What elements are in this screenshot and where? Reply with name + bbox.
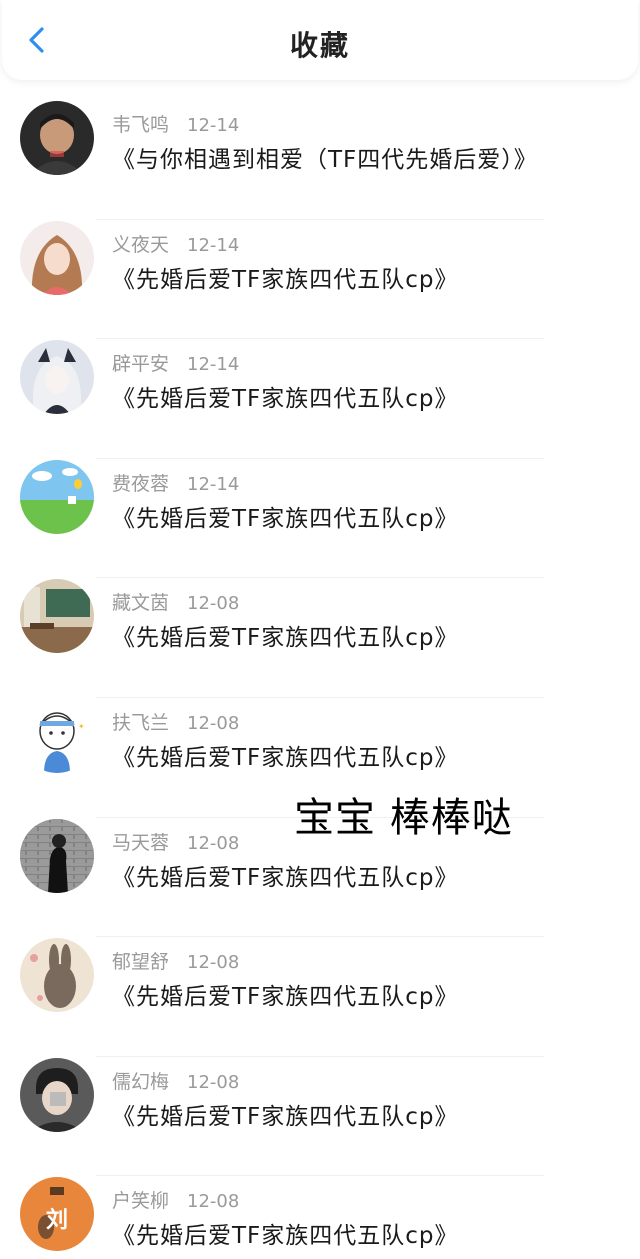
author-line: 扶飞兰 12-08 (112, 708, 239, 735)
list-item[interactable]: 儒幻梅 12-08 《先婚后爱TF家族四代五队cp》 (0, 1057, 640, 1177)
favorites-list: 韦飞鸣 12-14 《与你相遇到相爱（TF四代先婚后爱）》 义夜天 12-14 《先… (0, 100, 640, 1259)
avatar[interactable] (20, 938, 94, 1013)
author-line: 藏文茵 12-08 (112, 588, 239, 615)
overlay-caption: 宝宝 棒棒哒 (294, 795, 513, 841)
item-title[interactable]: 《先婚后爱TF家族四代五队cp》 (112, 977, 459, 1011)
top-bar: 收藏 (2, 0, 638, 80)
post-date: 12-14 (187, 354, 240, 376)
avatar[interactable] (20, 818, 94, 893)
list-item[interactable]: 郁望舒 12-08 《先婚后爱TF家族四代五队cp》 (0, 937, 640, 1057)
list-item[interactable]: 费夜蓉 12-14 《先婚后爱TF家族四代五队cp》 (0, 459, 640, 579)
post-date: 12-08 (187, 593, 240, 615)
item-title[interactable]: 《先婚后爱TF家族四代五队cp》 (112, 1097, 459, 1131)
post-date: 12-08 (187, 1071, 240, 1093)
page-title: 收藏 (289, 29, 350, 62)
avatar[interactable] (20, 340, 94, 415)
svg-text:✦: ✦ (78, 722, 85, 731)
author-name: 藏文茵 (112, 592, 170, 615)
item-title[interactable]: 《先婚后爱TF家族四代五队cp》 (112, 379, 459, 413)
author-line: 户笑柳 12-08 (112, 1186, 239, 1213)
item-title[interactable]: 《先婚后爱TF家族四代五队cp》 (112, 1216, 459, 1250)
author-line: 马天蓉 12-08 (112, 828, 239, 855)
author-name: 儒幻梅 (112, 1070, 170, 1093)
post-date: 12-08 (187, 832, 240, 854)
author-name: 韦飞鸣 (112, 114, 170, 136)
author-line: 郁望舒 12-08 (112, 947, 239, 974)
item-title[interactable]: 《先婚后爱TF家族四代五队cp》 (112, 858, 459, 892)
list-item[interactable]: 韦飞鸣 12-14 《与你相遇到相爱（TF四代先婚后爱）》 (0, 100, 640, 220)
author-line: 费夜蓉 12-14 (112, 469, 239, 496)
avatar-badge-text: 刘 (46, 1207, 68, 1233)
post-date: 12-14 (187, 234, 240, 256)
author-name: 义夜天 (112, 233, 170, 256)
avatar[interactable] (20, 1057, 94, 1132)
item-title[interactable]: 《先婚后爱TF家族四代五队cp》 (112, 260, 459, 294)
post-date: 12-08 (187, 712, 240, 734)
avatar[interactable] (20, 220, 94, 295)
favorites-page: 收藏 韦飞鸣 12-14 《与你相遇到相爱（TF四代先婚后爱）》 义夜天 12-… (0, 0, 640, 1259)
list-item[interactable]: 义夜天 12-14 《先婚后爱TF家族四代五队cp》 (0, 220, 640, 340)
post-date: 12-08 (187, 1191, 240, 1213)
post-date: 12-14 (187, 115, 240, 136)
list-item[interactable]: 刘 户笑柳 12-08 《先婚后爱TF家族四代五队cp》 (0, 1176, 640, 1259)
item-title[interactable]: 《先婚后爱TF家族四代五队cp》 (112, 499, 459, 533)
list-item[interactable]: 藏文茵 12-08 《先婚后爱TF家族四代五队cp》 (0, 578, 640, 698)
avatar[interactable] (20, 579, 94, 654)
item-title[interactable]: 《先婚后爱TF家族四代五队cp》 (112, 738, 459, 772)
author-name: 户笑柳 (112, 1190, 170, 1213)
author-line: 韦飞鸣 12-14 (112, 110, 239, 137)
author-line: 儒幻梅 12-08 (112, 1067, 239, 1094)
item-title[interactable]: 《先婚后爱TF家族四代五队cp》 (112, 618, 459, 652)
post-date: 12-14 (187, 473, 240, 495)
author-name: 辟平安 (112, 353, 170, 376)
avatar[interactable]: 刘 (20, 1177, 94, 1252)
avatar[interactable] (20, 459, 94, 534)
avatar[interactable]: ✦ (20, 698, 94, 773)
author-line: 辟平安 12-14 (112, 349, 239, 376)
author-line: 义夜天 12-14 (112, 230, 239, 257)
author-name: 费夜蓉 (112, 472, 170, 495)
item-title[interactable]: 《与你相遇到相爱（TF四代先婚后爱）》 (112, 140, 538, 174)
author-name: 郁望舒 (112, 951, 170, 974)
list-item[interactable]: 辟平安 12-14 《先婚后爱TF家族四代五队cp》 (0, 339, 640, 459)
post-date: 12-08 (187, 952, 240, 974)
author-name: 马天蓉 (112, 831, 170, 854)
author-name: 扶飞兰 (112, 711, 170, 734)
avatar[interactable] (20, 101, 94, 175)
